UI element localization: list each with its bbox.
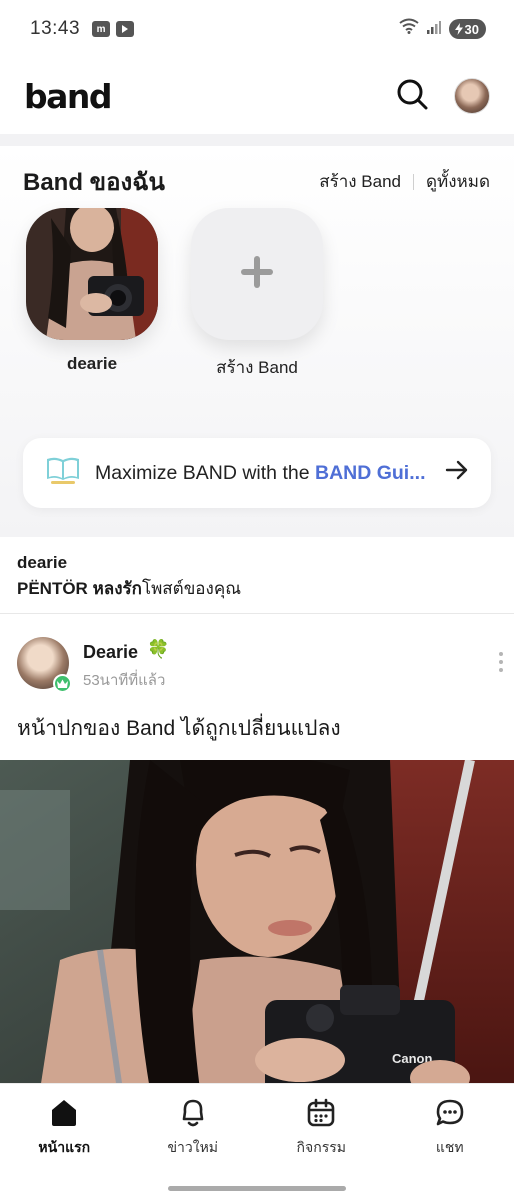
home-icon [49, 1098, 79, 1131]
battery-indicator: 30 [448, 19, 486, 39]
nav-chat[interactable]: แชท [386, 1084, 514, 1178]
create-band-tile[interactable] [191, 208, 323, 340]
battery-level: 30 [464, 21, 479, 37]
nav-news-label: ข่าวใหม่ [167, 1139, 219, 1155]
post-header: Dearie 🍀 53นาทีที่แล้ว [17, 632, 503, 693]
bell-icon [178, 1098, 208, 1131]
nav-home[interactable]: หน้าแรก [0, 1084, 129, 1178]
notification-actor: PËNTÖR [17, 579, 88, 598]
band-card-dearie[interactable]: dearie [26, 208, 158, 374]
notification-suffix: โพสต์ของคุณ [141, 579, 241, 598]
signal-icon [426, 18, 441, 40]
notification-band-name: dearie [17, 553, 68, 572]
clover-icon: 🍀 [147, 639, 170, 659]
guide-banner-text: Maximize BAND with the BAND Gui... [95, 462, 425, 485]
nav-activity[interactable]: กิจกรรม [257, 1084, 386, 1178]
app-header: band [0, 58, 514, 134]
home-indicator[interactable] [168, 1186, 346, 1191]
my-bands-section: Band ของฉัน สร้าง Band ดูทั้งหมด dearie [0, 146, 514, 537]
youtube-icon [116, 21, 135, 37]
post-timestamp: 53นาทีที่แล้ว [83, 672, 166, 689]
plus-icon [239, 254, 275, 295]
post-photo[interactable]: Canon [0, 760, 514, 1090]
view-all-link[interactable]: ดูทั้งหมด [426, 168, 490, 195]
activity-notification[interactable]: dearie PËNTÖR หลงรักโพสต์ของคุณ [0, 537, 514, 614]
band-guide-banner[interactable]: Maximize BAND with the BAND Gui... [23, 438, 491, 508]
calendar-icon [306, 1098, 336, 1131]
status-bar: 13:43 m 30 [0, 0, 514, 58]
nav-chat-label: แชท [435, 1139, 464, 1155]
band-logo[interactable]: band [24, 77, 113, 116]
chat-icon [435, 1098, 465, 1131]
status-time: 13:43 [30, 18, 81, 39]
nav-activity-label: กิจกรรม [296, 1139, 346, 1155]
band-cover-image[interactable] [26, 208, 158, 340]
create-band-link[interactable]: สร้าง Band [319, 168, 401, 195]
create-band-card[interactable]: สร้าง Band [191, 208, 323, 381]
wifi-icon [398, 18, 419, 40]
search-icon[interactable] [396, 78, 428, 115]
post-body-text: หน้าปกของ Band ได้ถูกเปลี่ยนแปลง [17, 717, 341, 740]
status-app-icons: m [92, 21, 135, 37]
my-bands-links: สร้าง Band ดูทั้งหมด [319, 168, 490, 195]
nav-home-label: หน้าแรก [38, 1139, 91, 1155]
my-bands-title: Band ของฉัน [23, 169, 165, 196]
create-band-label: สร้าง Band [216, 358, 298, 377]
notification-message: PËNTÖR หลงรักโพสต์ของคุณ [17, 576, 497, 602]
nav-news[interactable]: ข่าวใหม่ [129, 1084, 258, 1178]
arrow-right-icon[interactable] [445, 460, 469, 486]
link-separator [413, 173, 414, 190]
guide-text-prefix: Maximize BAND with the [95, 461, 315, 484]
section-divider [0, 134, 514, 146]
guide-text-highlight: BAND Gui... [314, 461, 426, 484]
leader-crown-icon [53, 674, 72, 693]
notification-action: หลงรัก [92, 579, 142, 598]
more-options-icon[interactable] [499, 652, 503, 672]
band-name: dearie [66, 354, 118, 373]
profile-avatar[interactable] [454, 78, 490, 114]
m-app-icon: m [92, 21, 111, 37]
bottom-navigation: หน้าแรก ข่าวใหม่ กิจกรรม แชท [0, 1083, 514, 1178]
book-icon [45, 455, 81, 491]
post-author-name[interactable]: Dearie [83, 642, 138, 663]
